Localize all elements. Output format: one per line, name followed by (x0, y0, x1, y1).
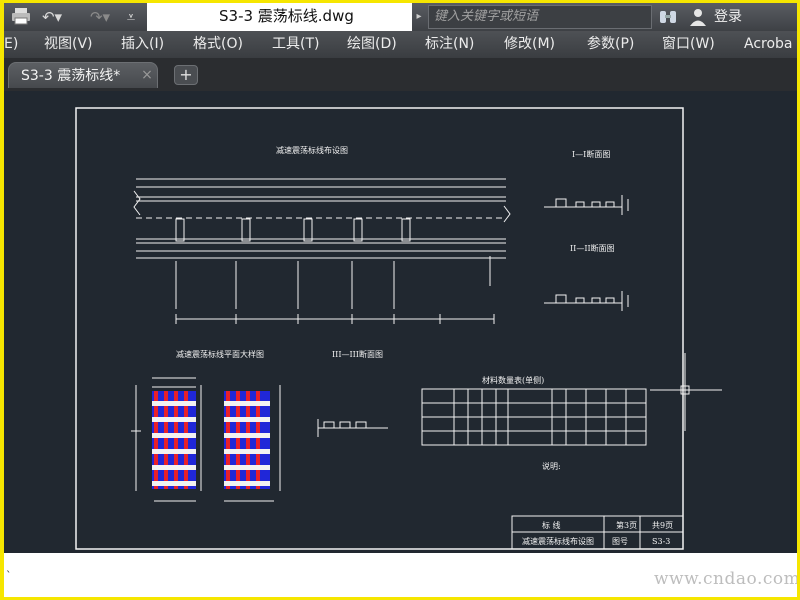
title-block-project: 标 线 (542, 520, 561, 530)
app-window: ↶▾ ↷▾ ⩡ S3-3 震荡标线.dwg ▸ 键入关键字或短语 登录 E) 视… (4, 3, 797, 597)
command-prompt: ` (6, 569, 12, 582)
user-icon[interactable] (688, 7, 708, 27)
section-3-drawing (317, 419, 388, 437)
title-bar: ↶▾ ↷▾ ⩡ S3-3 震荡标线.dwg ▸ 键入关键字或短语 登录 (4, 3, 797, 31)
menu-item-view[interactable]: 视图(V) (44, 31, 93, 58)
title-block-number: S3-3 (652, 537, 670, 546)
menu-item-tools[interactable]: 工具(T) (272, 31, 319, 58)
materials-table-grid (421, 388, 647, 446)
drawing-canvas[interactable]: 减速震荡标线布设图 I—I断面图 II—II断面图 减速震荡标线平面大样图 II… (4, 91, 797, 553)
section-2-title: II—II断面图 (570, 243, 615, 253)
redo-icon[interactable]: ↷▾ (86, 7, 114, 27)
new-tab-button[interactable]: + (174, 65, 198, 85)
menu-item-dimension[interactable]: 标注(N) (425, 31, 474, 58)
section-2-drawing (544, 291, 629, 311)
quick-access-dropdown-icon[interactable]: ⩡ (120, 7, 142, 27)
title-block-page: 第3页 (616, 520, 637, 530)
section-3-title: III—III断面图 (332, 349, 383, 359)
title-expand-icon[interactable]: ▸ (413, 5, 425, 29)
menu-item-draw[interactable]: 绘图(D) (347, 31, 397, 58)
document-title: S3-3 震荡标线.dwg (147, 3, 412, 31)
print-icon[interactable] (10, 7, 32, 27)
stripe-block-left (152, 391, 196, 489)
menu-item-edit[interactable]: E) (4, 31, 18, 58)
stripe-block-right (224, 391, 270, 489)
tab-s3-3[interactable]: S3-3 震荡标线* × (8, 62, 158, 88)
binoculars-icon[interactable] (658, 7, 678, 27)
watermark: www.cndao.com (654, 569, 797, 589)
title-block-total: 共9页 (652, 521, 673, 530)
tab-label: S3-3 震荡标线* (21, 68, 121, 84)
crosshair-cursor (650, 353, 722, 431)
notes-title: 说明: (542, 461, 561, 471)
menu-item-modify[interactable]: 修改(M) (504, 31, 555, 58)
search-input[interactable]: 键入关键字或短语 (428, 5, 652, 29)
table-title: 材料数量表(单侧) (482, 375, 544, 385)
undo-icon[interactable]: ↶▾ (38, 7, 66, 27)
section-1-title: I—I断面图 (572, 149, 610, 159)
menu-item-acrobat[interactable]: Acroba (744, 31, 793, 58)
login-button[interactable]: 登录 (714, 3, 742, 31)
section-1-drawing (544, 195, 629, 215)
menu-bar: E) 视图(V) 插入(I) 格式(O) 工具(T) 绘图(D) 标注(N) 修… (4, 31, 797, 58)
menu-item-window[interactable]: 窗口(W) (662, 31, 715, 58)
command-line[interactable]: ` www.cndao.com (4, 553, 797, 597)
menu-item-format[interactable]: 格式(O) (193, 31, 243, 58)
plan-view (133, 178, 511, 324)
title-block-number-label: 图号 (612, 537, 628, 546)
detail-title: 减速震荡标线平面大样图 (176, 349, 264, 359)
plan-title: 减速震荡标线布设图 (276, 145, 348, 155)
drawing-svg: 减速震荡标线布设图 I—I断面图 II—II断面图 减速震荡标线平面大样图 II… (75, 107, 722, 550)
title-block-drawing-name: 减速震荡标线布设图 (522, 536, 594, 546)
close-icon[interactable]: × (140, 68, 154, 82)
menu-item-insert[interactable]: 插入(I) (121, 31, 164, 58)
menu-item-parameters[interactable]: 参数(P) (587, 31, 634, 58)
file-tab-bar: S3-3 震荡标线* × + (4, 58, 797, 91)
